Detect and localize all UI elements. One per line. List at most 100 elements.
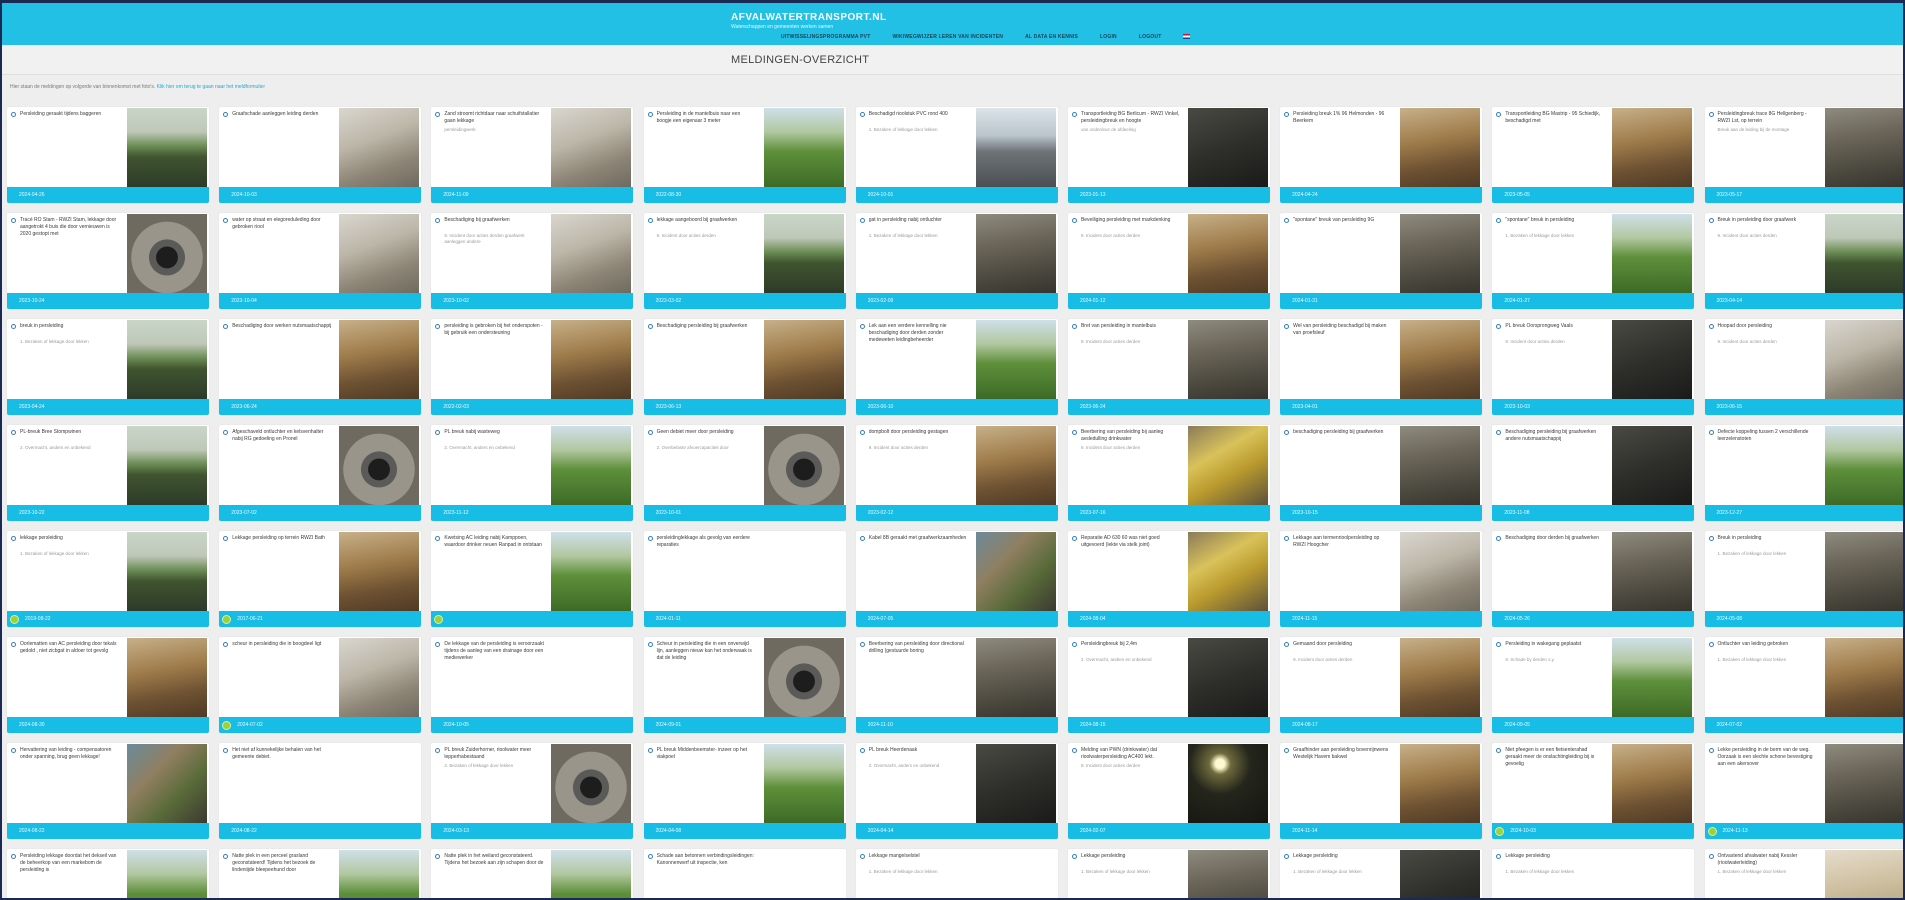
report-card[interactable]: Lekkage persleiding 1. Bezaken of lekkage… [1492,849,1695,898]
report-card[interactable]: gat in persleiding nabij ontluchter 1. Be… [855,213,1058,309]
report-card[interactable]: Lekkage persleiding 1. Bezaken of lekkage… [1280,849,1483,898]
card-photo[interactable] [127,638,207,717]
card-photo[interactable] [1187,320,1268,399]
card-photo[interactable] [1824,638,1903,717]
card-photo[interactable] [1612,638,1693,717]
report-card[interactable]: Persleidingbreuk bij 2,4m 2. Overmacht, a… [1067,637,1270,733]
card-photo[interactable] [763,108,844,187]
report-card[interactable]: Graafhinder aan persleiding bovenrijnwen… [1280,743,1483,839]
report-card[interactable]: Defecte koppeling tussen 2 verschillende… [1704,425,1903,521]
card-photo[interactable] [763,638,844,717]
nav-item-uitwisselingsprogramma[interactable]: UITWISSELINGSPROGRAMMA PVT [781,34,870,40]
card-photo[interactable] [339,532,420,611]
report-card[interactable]: Gemaand door persleiding 9. Incident door… [1280,637,1483,733]
report-card[interactable]: Wel van persleiding beschadigd bij maken… [1280,319,1483,415]
card-photo[interactable] [127,108,207,187]
report-card[interactable]: Ontvastend afvalwater nabij Kessler (rio… [1704,849,1903,898]
report-card[interactable]: Transportleiding BG Berlicum - RWZI Vink… [1067,107,1270,203]
card-photo[interactable] [551,108,632,187]
report-card[interactable]: Het niet af kunnekelijke behalen van het… [219,743,422,839]
report-card[interactable]: Oorlematten van AC persleiding door teka… [7,637,209,733]
report-card[interactable]: Natte plek in een perceel grasland gecon… [219,849,422,898]
card-photo[interactable] [1400,320,1481,399]
report-card[interactable]: Lekkage aan termenrioolpersleiding op RW… [1280,531,1483,627]
report-card[interactable]: lekkage persleiding 1. Bezaken of lekkage… [7,531,209,627]
report-card[interactable]: Bret van persleiding in mantelbuis 9. Inc… [1067,319,1270,415]
card-photo[interactable] [1400,108,1481,187]
card-photo[interactable] [763,426,844,505]
report-card[interactable]: PL breuk nabij wasteweg 2. Overmacht, and… [431,425,634,521]
report-card[interactable]: Beveiliging persleiding met markdenking 9… [1067,213,1270,309]
card-photo[interactable] [127,532,207,611]
card-photo[interactable] [975,214,1056,293]
report-card[interactable]: breuk in persleiding 1. Bezaken of lekkag… [7,319,209,415]
report-card[interactable]: Transportleiding BG Mastrip - 95 Schiedi… [1492,107,1695,203]
report-card[interactable]: Lekke persleiding in de berm van de weg.… [1704,743,1903,839]
nav-item-logout[interactable]: LOGOUT [1139,34,1162,40]
card-photo[interactable] [551,320,632,399]
report-card[interactable]: Hervattering van leiding - compensatoren… [7,743,209,839]
report-card[interactable]: Beschadiging bij graafwerken 9. Incident … [431,213,634,309]
report-card[interactable]: Lekkage persleiding op terrein RWZI Bath… [219,531,422,627]
report-card[interactable]: Beschadigd rioolstuk PVC rond 400 1. Beza… [855,107,1058,203]
report-card[interactable]: Persleidingbreuk trace 8G Hellgenberg - … [1704,107,1903,203]
report-card[interactable]: Beschadiging door werken nutsmaatschappi… [219,319,422,415]
report-card[interactable]: Hoopad door persleiding 9. Incident door … [1704,319,1903,415]
card-photo[interactable] [339,426,420,505]
card-photo[interactable] [1400,850,1481,898]
report-card[interactable]: Kabel 8B geraakt met graafwerkzaamheden 2… [855,531,1058,627]
report-card[interactable]: Ontluchter van leiding gebroken 1. Bezake… [1704,637,1903,733]
card-photo[interactable] [975,532,1056,611]
card-photo[interactable] [1400,532,1481,611]
report-card[interactable]: persleidinglekkage als gevolg van eerder… [643,531,846,627]
card-photo[interactable] [1824,850,1903,898]
card-photo[interactable] [1824,214,1903,293]
report-card[interactable]: Persleiding in wakegang geplaatst 8. Scha… [1492,637,1695,733]
card-photo[interactable] [1612,744,1693,823]
nav-item-login[interactable]: LOGIN [1100,34,1117,40]
report-card[interactable]: Persleiding geraakt tijdens baggeren 2024… [7,107,209,203]
report-card[interactable]: Melding van PWN (drinkwater) dat rioolwa… [1067,743,1270,839]
card-photo[interactable] [551,744,632,823]
card-photo[interactable] [1612,532,1693,611]
report-card[interactable]: Kwetsing AC leiding nabij Kamppoen, waar… [431,531,634,627]
card-photo[interactable] [1187,532,1268,611]
report-card[interactable]: Afgeschaveld ontluchter en kelsvenhalter… [219,425,422,521]
card-photo[interactable] [127,850,207,898]
card-photo[interactable] [1824,108,1903,187]
card-photo[interactable] [1400,744,1481,823]
card-photo[interactable] [339,214,420,293]
report-card[interactable]: scheur in persleiding die in boogdeel li… [219,637,422,733]
card-photo[interactable] [975,426,1056,505]
card-photo[interactable] [1187,850,1268,898]
card-photo[interactable] [551,214,632,293]
report-card[interactable]: PL breuk Zuiderhorner, rioolwater meer l… [431,743,634,839]
card-photo[interactable] [1400,214,1481,293]
report-card[interactable]: Niet pfeegen is er een fietsenterahad ge… [1492,743,1695,839]
report-card[interactable]: Beschadiging persleiding bij graafwerken… [643,319,846,415]
card-photo[interactable] [551,532,632,611]
card-photo[interactable] [975,320,1056,399]
card-photo[interactable] [1612,214,1693,293]
card-photo[interactable] [1612,426,1693,505]
nav-item-wikiwegwijzer[interactable]: WIKIWEGWIJZER LEREN VAN INCIDENTEN [892,34,1003,40]
report-card[interactable]: Persleiding lekkage doordat het dekseil … [7,849,209,898]
report-card[interactable]: Zand stroomt richtdaar naar schuifstalla… [431,107,634,203]
report-card[interactable]: Lek aan een verdere kennelling nie besch… [855,319,1058,415]
report-card[interactable]: Lekkage persleiding 1. Bezaken of lekkage… [1067,849,1270,898]
report-card[interactable]: lekkage aangeboord bij graafwerken 9. Inc… [643,213,846,309]
card-photo[interactable] [1824,744,1903,823]
report-card[interactable]: Lekkage mangelselstel 1. Bezaken of lekka… [855,849,1058,898]
report-card[interactable]: Reparatie AD 630 60 was niet goed uitgev… [1067,531,1270,627]
report-card[interactable]: Beschadiging persleiding bij graafwerken… [1492,425,1695,521]
card-photo[interactable] [127,426,207,505]
report-card[interactable]: Schade aan betonnen verbindingsleidingen… [643,849,846,898]
card-photo[interactable] [339,320,420,399]
card-photo[interactable] [1187,426,1268,505]
card-photo[interactable] [1824,532,1903,611]
report-card[interactable]: "spontane" breuk in persleiding 1. Bezake… [1492,213,1695,309]
card-photo[interactable] [339,850,420,898]
report-card[interactable]: Beschadiging door derden bij graafwerken… [1492,531,1695,627]
card-photo[interactable] [1824,320,1903,399]
card-photo[interactable] [1824,426,1903,505]
